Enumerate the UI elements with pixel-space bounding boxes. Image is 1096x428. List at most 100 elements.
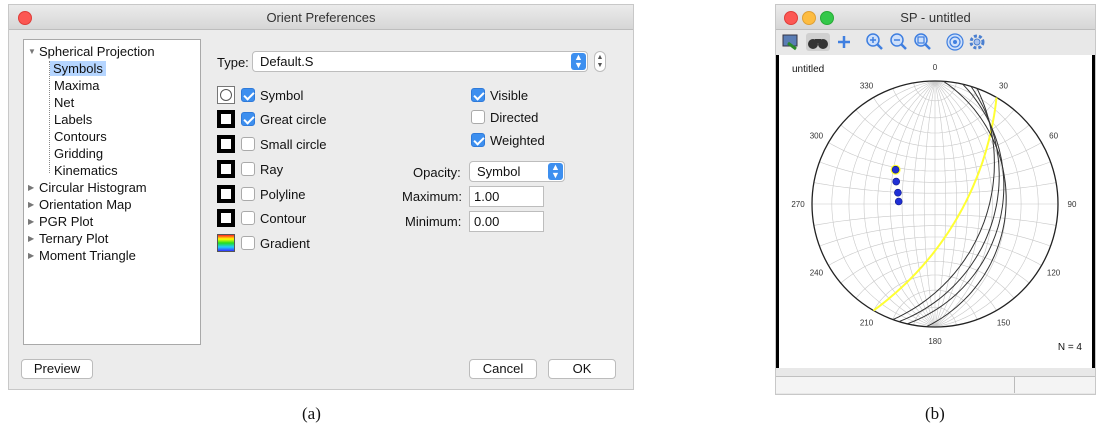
- pole-point: [894, 188, 902, 197]
- symbol-swatch-circle[interactable]: [217, 86, 235, 104]
- ray-checkbox[interactable]: [241, 162, 255, 176]
- zoom-in-icon[interactable]: [866, 33, 884, 51]
- preview-button[interactable]: Preview: [21, 359, 93, 379]
- tree-item-circular-histogram[interactable]: ▶ Circular Histogram: [28, 180, 147, 196]
- popup-arrows-icon: ▲ ▼: [571, 53, 586, 70]
- tree-item-maxima[interactable]: Maxima: [54, 78, 100, 94]
- stereonet[interactable]: 0 30 60 90 120 150 180 210 240 270 300 330: [779, 55, 1092, 368]
- great-circle-label: Great circle: [260, 112, 327, 127]
- tree-guide-line: [49, 61, 51, 173]
- polyline-checkbox[interactable]: [241, 187, 255, 201]
- ray-label: Ray: [260, 162, 284, 177]
- azimuth-label: 0: [933, 63, 938, 72]
- gear-icon[interactable]: [968, 33, 986, 51]
- polyline-label: Polyline: [260, 187, 306, 202]
- visible-checkbox[interactable]: [471, 88, 485, 102]
- status-bar: [776, 376, 1095, 393]
- cancel-button[interactable]: Cancel: [469, 359, 537, 379]
- opacity-label: Opacity:: [413, 165, 461, 180]
- pole-point: [894, 197, 903, 206]
- zoom-fit-icon[interactable]: [914, 33, 932, 51]
- tree-item-contours[interactable]: Contours: [54, 129, 107, 145]
- azimuth-label: 180: [928, 337, 942, 346]
- pole-point: [892, 177, 900, 186]
- minimum-input[interactable]: 0.00: [469, 211, 544, 232]
- type-popup[interactable]: Default.S ▲ ▼: [252, 51, 588, 72]
- weighted-label: Weighted: [490, 133, 545, 148]
- title-bar: Orient Preferences: [9, 5, 633, 30]
- great-circle-swatch[interactable]: [217, 110, 235, 128]
- preferences-tree[interactable]: ▼ Spherical Projection Symbols Maxima Ne…: [23, 39, 201, 345]
- tree-item-orientation-map[interactable]: ▶ Orientation Map: [28, 197, 132, 213]
- contour-checkbox[interactable]: [241, 211, 255, 225]
- export-icon[interactable]: [782, 33, 800, 51]
- great-circle-checkbox[interactable]: [241, 112, 255, 126]
- disclosure-closed-icon[interactable]: ▶: [28, 180, 34, 196]
- azimuth-label: 30: [999, 81, 1008, 90]
- contour-label: Contour: [260, 211, 307, 226]
- gradient-swatch[interactable]: [217, 234, 235, 252]
- azimuth-label: 120: [1047, 269, 1061, 278]
- disclosure-open-icon[interactable]: ▼: [28, 44, 36, 60]
- maximum-input[interactable]: 1.00: [469, 186, 544, 207]
- disclosure-closed-icon[interactable]: ▶: [28, 197, 34, 213]
- plus-icon[interactable]: [836, 33, 852, 51]
- contour-swatch[interactable]: [217, 209, 235, 227]
- window-title: SP - untitled: [900, 10, 971, 25]
- zoom-out-icon[interactable]: [890, 33, 908, 51]
- tree-item-moment-triangle[interactable]: ▶ Moment Triangle: [28, 248, 136, 264]
- azimuth-label: 150: [997, 319, 1011, 328]
- pole-point: [891, 165, 900, 174]
- sample-count: N = 4: [1057, 342, 1082, 353]
- caption-a: (a): [302, 404, 321, 423]
- directed-checkbox[interactable]: [471, 110, 485, 124]
- azimuth-label: 330: [860, 81, 874, 90]
- stereonet-window: SP - untitled 0 30 60 90 120 150 180 210 240 270 3…: [775, 4, 1096, 395]
- tree-item-spherical-projection[interactable]: ▼ Spherical Projection: [28, 44, 155, 60]
- type-label: Type:: [217, 55, 249, 70]
- tree-item-pgr-plot[interactable]: ▶ PGR Plot: [28, 214, 93, 230]
- polyline-swatch[interactable]: [217, 185, 235, 203]
- tree-item-symbols[interactable]: Symbols: [50, 61, 106, 77]
- disclosure-closed-icon[interactable]: ▶: [28, 231, 34, 247]
- disclosure-closed-icon[interactable]: ▶: [28, 248, 34, 264]
- ray-swatch[interactable]: [217, 160, 235, 178]
- type-stepper[interactable]: ▲ ▼: [594, 51, 606, 72]
- tree-item-kinematics[interactable]: Kinematics: [54, 163, 118, 179]
- azimuth-label: 60: [1049, 132, 1058, 141]
- plot-area[interactable]: 0 30 60 90 120 150 180 210 240 270 300 330 untitled…: [776, 55, 1095, 368]
- small-circle-checkbox[interactable]: [241, 137, 255, 151]
- binoculars-icon[interactable]: [806, 33, 830, 51]
- tree-item-labels[interactable]: Labels: [54, 112, 92, 128]
- azimuth-label: 240: [810, 269, 824, 278]
- small-circle-label: Small circle: [260, 137, 327, 152]
- tree-item-gridding[interactable]: Gridding: [54, 146, 103, 162]
- opacity-popup[interactable]: Symbol ▲ ▼: [469, 161, 565, 182]
- title-bar: SP - untitled: [776, 5, 1095, 30]
- window-title: Orient Preferences: [266, 10, 376, 25]
- maximum-label: Maximum:: [402, 189, 462, 204]
- minimum-label: Minimum:: [405, 214, 462, 229]
- symbol-label: Symbol: [260, 88, 304, 103]
- symbol-checkbox[interactable]: [241, 88, 255, 102]
- small-circle-swatch[interactable]: [217, 135, 235, 153]
- ok-button[interactable]: OK: [548, 359, 616, 379]
- azimuth-label: 300: [810, 132, 824, 141]
- azimuth-label: 90: [1068, 200, 1077, 209]
- tree-item-net[interactable]: Net: [54, 95, 74, 111]
- caption-b: (b): [925, 404, 945, 423]
- tree-item-ternary-plot[interactable]: ▶ Ternary Plot: [28, 231, 108, 247]
- azimuth-label: 270: [791, 200, 805, 209]
- directed-label: Directed: [490, 110, 539, 125]
- status-divider: [1014, 377, 1015, 393]
- disclosure-closed-icon[interactable]: ▶: [28, 214, 34, 230]
- gradient-label: Gradient: [260, 236, 310, 251]
- target-icon[interactable]: [946, 33, 964, 51]
- orient-preferences-window: Orient Preferences ▼ Spherical Projectio…: [8, 4, 634, 390]
- visible-label: Visible: [490, 88, 529, 103]
- azimuth-label: 210: [860, 319, 874, 328]
- weighted-checkbox[interactable]: [471, 133, 485, 147]
- gradient-checkbox[interactable]: [241, 236, 255, 250]
- plot-name: untitled: [792, 64, 825, 75]
- popup-arrows-icon: ▲ ▼: [548, 163, 563, 180]
